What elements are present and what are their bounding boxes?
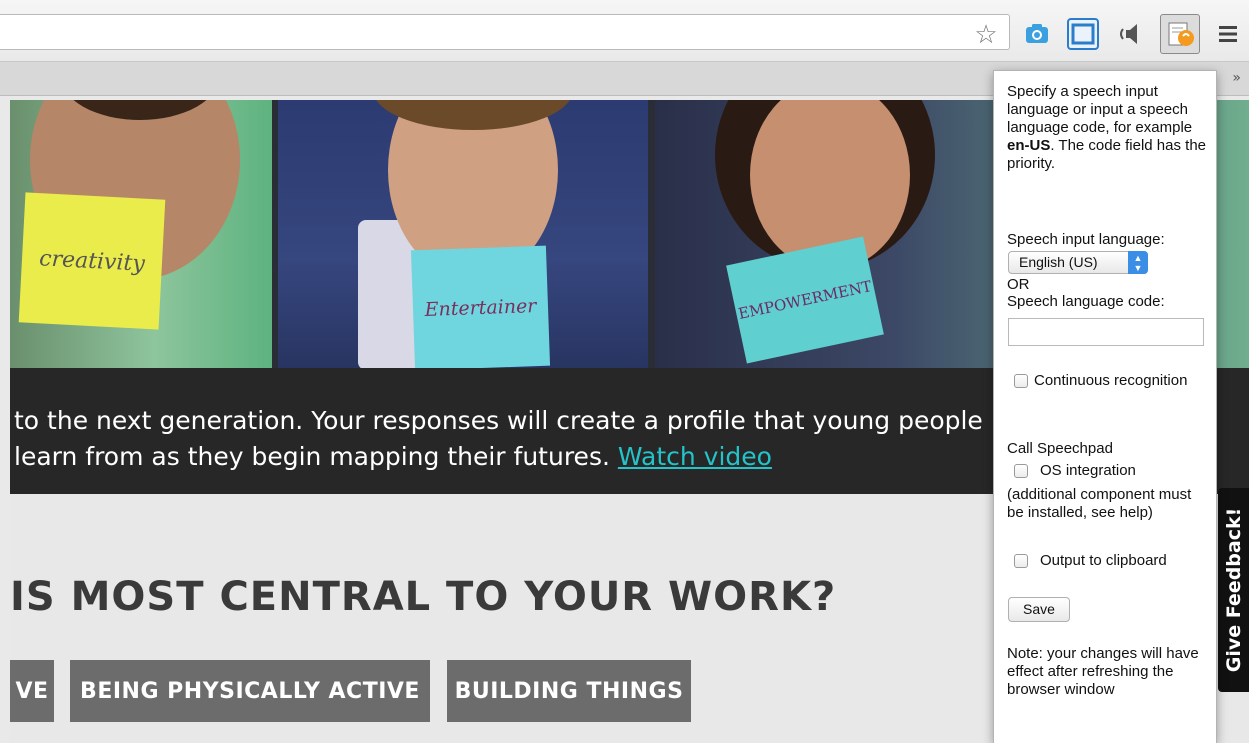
- language-select-value: English (US): [1019, 254, 1098, 270]
- language-code-input[interactable]: [1008, 318, 1204, 346]
- or-label: OR: [1007, 276, 1030, 293]
- speechpad-extension-button[interactable]: [1160, 14, 1200, 54]
- output-clipboard-checkbox[interactable]: [1014, 554, 1028, 568]
- question-heading: IS MOST CENTRAL TO YOUR WORK?: [10, 574, 837, 620]
- os-integration-label: OS integration: [1040, 462, 1136, 479]
- bookmarks-overflow-icon[interactable]: »: [1232, 70, 1241, 86]
- address-bar[interactable]: [0, 14, 1010, 50]
- save-button[interactable]: Save: [1008, 597, 1070, 622]
- sticky-note: creativity: [18, 192, 166, 330]
- option-chip[interactable]: BUILDING THINGS: [447, 660, 691, 722]
- os-integration-note: (additional component must be installed,…: [1007, 486, 1192, 521]
- star-icon[interactable]: ☆: [972, 20, 1000, 48]
- popup-note: Note: your changes will have effect afte…: [1007, 645, 1199, 698]
- speechpad-settings-popup: Specify a speech input language or input…: [993, 70, 1217, 743]
- watch-video-link[interactable]: Watch video: [618, 442, 772, 471]
- example-code: en-US: [1007, 137, 1051, 154]
- speechpad-extension-icon: [1168, 22, 1194, 46]
- code-label: Speech language code:: [1007, 293, 1165, 310]
- sticky-note: Entertainer: [410, 245, 551, 368]
- popup-intro: Specify a speech input language or input…: [1007, 83, 1212, 173]
- continuous-recognition-label: Continuous recognition: [1034, 372, 1188, 389]
- intro-text-line: to the next generation. Your responses w…: [14, 406, 983, 435]
- give-feedback-label: Give Feedback!: [1222, 507, 1245, 673]
- popup-intro-text: Specify a speech input language or input…: [1007, 83, 1193, 136]
- os-integration-checkbox[interactable]: [1014, 464, 1028, 478]
- intro-text-line-2: learn from as they begin mapping their f…: [14, 442, 610, 471]
- option-chip[interactable]: VE: [10, 660, 54, 722]
- screen-capture-icon[interactable]: [1066, 17, 1100, 51]
- give-feedback-tab[interactable]: Give Feedback!: [1218, 488, 1249, 692]
- sticky-note: EMPOWERMENT: [726, 236, 884, 364]
- output-clipboard-label: Output to clipboard: [1040, 552, 1167, 569]
- call-speechpad-label: Call Speechpad: [1007, 440, 1113, 457]
- camera-icon[interactable]: [1021, 18, 1053, 50]
- browser-toolbar: ☆: [0, 0, 1249, 62]
- speaker-icon[interactable]: [1115, 18, 1147, 50]
- photo-creativity: creativity: [10, 100, 272, 368]
- select-arrows-icon: ▲ ▼: [1128, 251, 1148, 274]
- language-select[interactable]: English (US) ▲ ▼: [1008, 251, 1148, 274]
- photo-entertainer: Entertainer: [278, 100, 648, 368]
- intro-text-line: learn from as they begin mapping their f…: [14, 438, 772, 476]
- menu-icon[interactable]: [1216, 22, 1240, 46]
- option-chip[interactable]: BEING PHYSICALLY ACTIVE: [70, 660, 430, 722]
- language-label: Speech input language:: [1007, 231, 1165, 248]
